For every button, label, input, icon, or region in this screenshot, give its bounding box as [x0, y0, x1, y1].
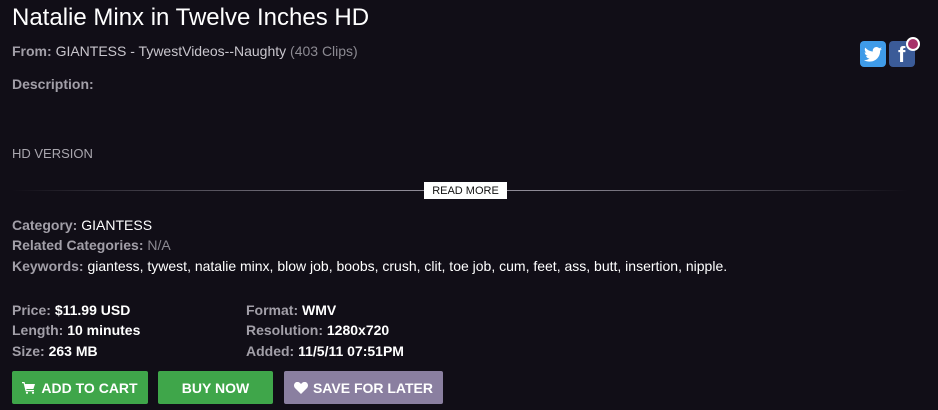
length-value: 10 minutes [67, 322, 141, 338]
related-categories-label: Related Categories: [12, 237, 144, 253]
description-label: Description: [12, 76, 94, 92]
clip-count: (403 Clips) [290, 43, 358, 59]
keywords-list[interactable]: giantess, tywest, natalie minx, blow job… [87, 258, 727, 274]
keywords-label: Keywords: [12, 258, 84, 274]
added-label: Added: [246, 343, 295, 359]
twitter-icon [864, 46, 882, 62]
format-value: WMV [302, 302, 337, 318]
resolution-row: Resolution: 1280x720 [246, 322, 389, 338]
add-to-cart-label: ADD TO CART [41, 379, 138, 396]
from-label: From: [12, 43, 52, 59]
description-text: HD VERSION [12, 146, 93, 161]
category-link[interactable]: GIANTESS [81, 217, 152, 233]
keywords-row: Keywords: giantess, tywest, natalie minx… [12, 258, 727, 274]
cart-icon [22, 381, 36, 394]
twitter-share-button[interactable] [860, 41, 886, 67]
save-for-later-label: SAVE FOR LATER [312, 379, 434, 396]
notification-badge-icon [906, 37, 920, 51]
size-row: Size: 263 MB [12, 343, 98, 359]
format-row: Format: WMV [246, 302, 336, 318]
added-row: Added: 11/5/11 07:51PM [246, 343, 404, 359]
from-line: From: GIANTESS - TywestVideos--Naughty (… [12, 43, 358, 59]
page-title: Natalie Minx in Twelve Inches HD [12, 4, 370, 31]
length-label: Length: [12, 322, 64, 338]
category-label: Category: [12, 217, 78, 233]
heart-icon [293, 381, 308, 394]
category-row: Category: GIANTESS [12, 217, 152, 233]
related-categories-row: Related Categories: N/A [12, 237, 171, 253]
added-value: 11/5/11 07:51PM [298, 343, 404, 359]
related-categories-value: N/A [147, 237, 171, 253]
add-to-cart-button[interactable]: ADD TO CART [12, 371, 148, 404]
facebook-icon: f [898, 42, 906, 67]
price-value: $11.99 USD [54, 302, 131, 318]
format-label: Format: [246, 302, 299, 318]
resolution-value: 1280x720 [326, 322, 390, 338]
price-label: Price: [12, 302, 51, 318]
size-value: 263 MB [48, 343, 98, 359]
price-row: Price: $11.99 USD [12, 302, 130, 318]
read-more-button[interactable]: READ MORE [424, 182, 507, 199]
size-label: Size: [12, 343, 45, 359]
save-for-later-button[interactable]: SAVE FOR LATER [284, 371, 443, 404]
studio-link[interactable]: GIANTESS - TywestVideos--Naughty [56, 43, 287, 59]
resolution-label: Resolution: [246, 322, 323, 338]
buy-now-label: BUY NOW [181, 379, 250, 396]
length-row: Length: 10 minutes [12, 322, 140, 338]
buy-now-button[interactable]: BUY NOW [158, 371, 273, 404]
